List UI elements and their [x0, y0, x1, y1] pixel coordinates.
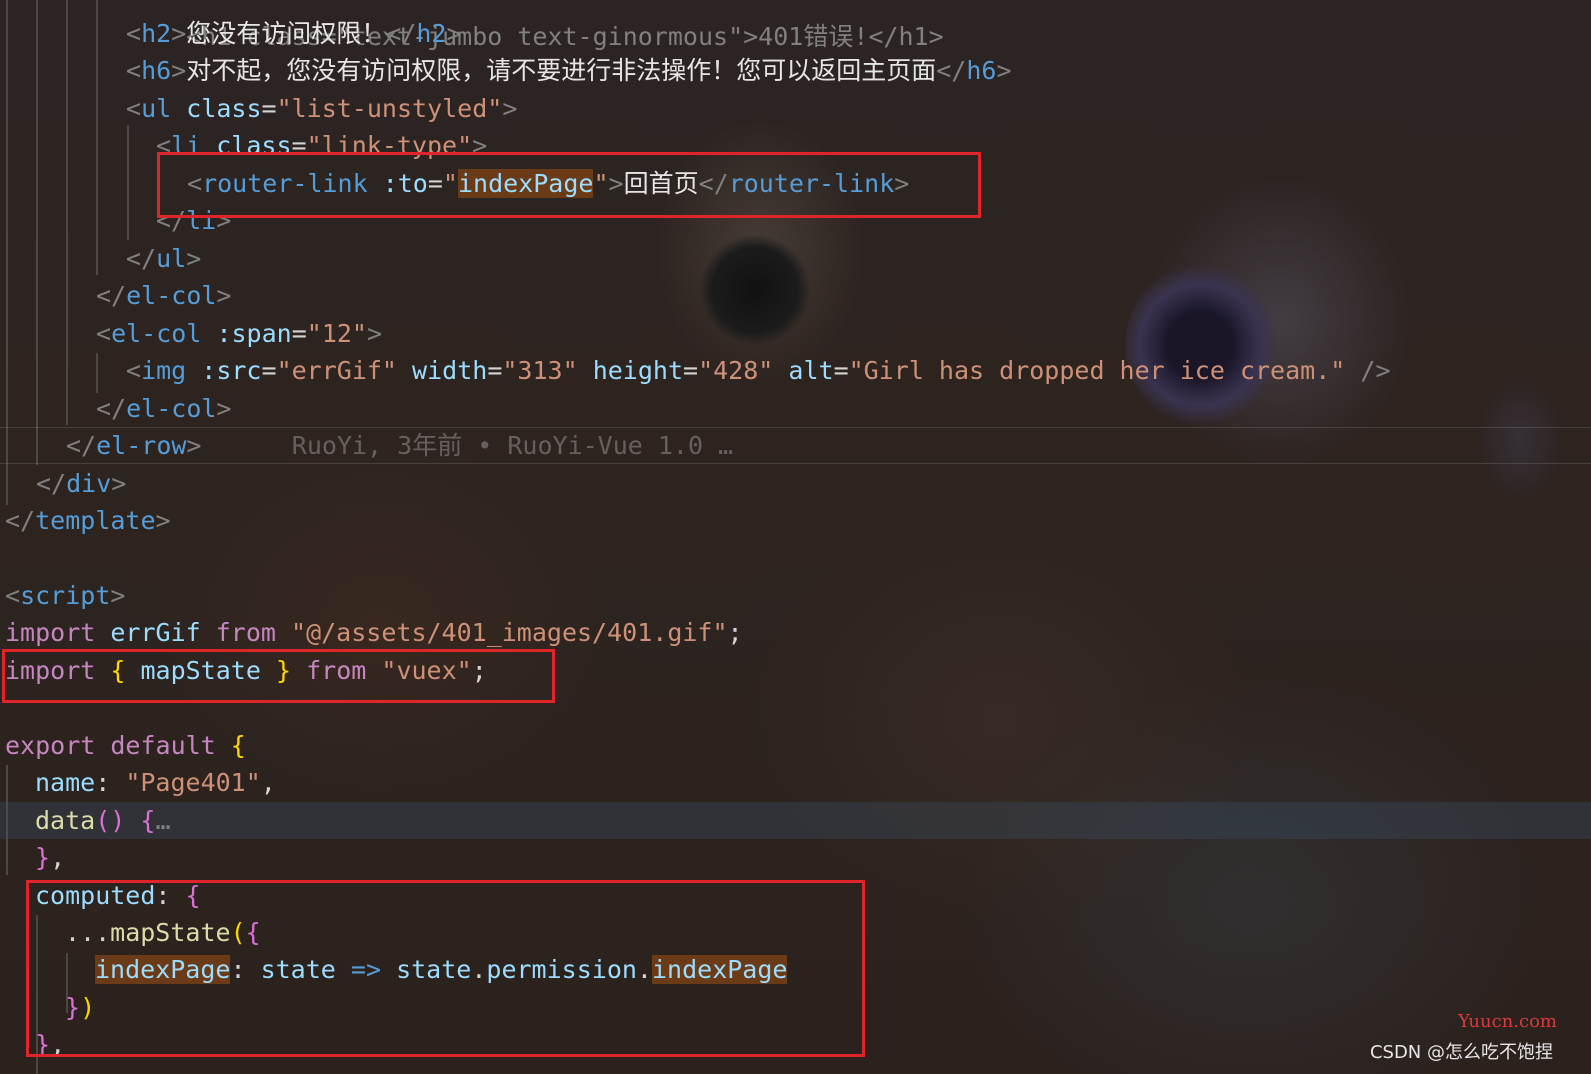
- code-line-18[interactable]: import errGif from "@/assets/401_images/…: [0, 614, 1591, 651]
- tag-bracket: <: [126, 94, 142, 123]
- tag-name: div: [66, 469, 112, 498]
- text-content: 您没有访问权限！: [186, 19, 387, 48]
- tag-bracket: <: [126, 19, 142, 48]
- keyword: import: [5, 618, 96, 647]
- tag-bracket: <: [5, 581, 21, 610]
- property-key: name: [35, 768, 96, 797]
- code-line-13[interactable]: </el-row> RuoYi, 3年前 • RuoYi-Vue 1.0 …: [0, 427, 1591, 464]
- tag-name: script: [20, 581, 111, 610]
- attr-name: width: [412, 356, 488, 385]
- tag-bracket: >: [996, 56, 1012, 85]
- attr-value: "list-unstyled": [276, 94, 503, 123]
- attr-value: "428": [698, 356, 774, 385]
- annotation-box-import-mapstate: [2, 649, 555, 703]
- attr-value: "12": [306, 319, 367, 348]
- code-line-12[interactable]: </el-col>: [0, 390, 1591, 427]
- tag-name: h2: [416, 19, 447, 48]
- code-line-11[interactable]: <img :src="errGif" width="313" height="4…: [0, 352, 1591, 389]
- tag-bracket: >: [216, 394, 232, 423]
- function-name: data: [35, 806, 96, 835]
- tag-bracket: >: [111, 469, 127, 498]
- tag-name: el-col: [126, 394, 217, 423]
- attr-name: height: [592, 356, 684, 385]
- author-watermark: CSDN @怎么吃不饱捏: [1369, 1042, 1553, 1063]
- attr-name: :span: [216, 319, 292, 348]
- tag-name: ul: [156, 244, 187, 273]
- tag-name: h6: [966, 56, 997, 85]
- tag-name: ul: [141, 94, 172, 123]
- tag-bracket: >: [110, 581, 126, 610]
- keyword: export: [5, 731, 96, 760]
- string-literal: "Page401": [125, 768, 261, 797]
- tag-bracket: </: [5, 506, 36, 535]
- tag-name: el-col: [126, 281, 217, 310]
- keyword: from: [215, 618, 276, 647]
- annotation-box-router-link: [157, 152, 981, 218]
- attr-value: "Girl has dropped her ice cream.": [848, 356, 1346, 385]
- text-content: 对不起，您没有访问权限，请不要进行非法操作！您可以返回主页面: [186, 56, 937, 85]
- code-line-22[interactable]: name: "Page401",: [0, 764, 1591, 801]
- tag-name: template: [35, 506, 156, 535]
- tag-name: h2: [141, 19, 172, 48]
- tag-bracket: >: [155, 506, 171, 535]
- code-line-9[interactable]: </el-col>: [0, 277, 1591, 314]
- site-watermark: Yuucn.com: [1458, 1011, 1557, 1032]
- tag-bracket: >: [171, 56, 187, 85]
- identifier: errGif: [110, 618, 201, 647]
- tag-bracket: <: [126, 56, 142, 85]
- attr-value: "313": [502, 356, 578, 385]
- tag-bracket: >: [446, 19, 462, 48]
- code-line-8[interactable]: </ul>: [0, 240, 1591, 277]
- code-line-21[interactable]: export default {: [0, 727, 1591, 764]
- tag-bracket: >: [216, 281, 232, 310]
- code-line-23[interactable]: data() {…: [0, 802, 1591, 839]
- tag-bracket: >: [171, 19, 187, 48]
- tag-bracket: </: [126, 244, 157, 273]
- annotation-box-computed: [26, 880, 865, 1057]
- tag-bracket: </: [66, 431, 97, 460]
- fold-ellipsis-icon[interactable]: …: [155, 806, 170, 835]
- tag-bracket: >: [502, 94, 518, 123]
- tag-bracket: <: [96, 319, 112, 348]
- code-line-15[interactable]: </template>: [0, 502, 1591, 539]
- code-line-10[interactable]: <el-col :span="12">: [0, 315, 1591, 352]
- keyword: default: [110, 731, 216, 760]
- tag-name: img: [141, 356, 187, 385]
- code-line-2[interactable]: <h2>您没有访问权限！</h2>: [0, 15, 1591, 52]
- code-line-4[interactable]: <ul class="list-unstyled">: [0, 90, 1591, 127]
- attr-value: "errGif": [276, 356, 397, 385]
- attr-name: alt: [788, 356, 834, 385]
- tag-bracket: </: [96, 394, 127, 423]
- code-line-17[interactable]: <script>: [0, 577, 1591, 614]
- code-line-24[interactable]: },: [0, 839, 1591, 876]
- attr-name: class: [186, 94, 262, 123]
- tag-name: el-col: [111, 319, 202, 348]
- tag-bracket: </: [386, 19, 417, 48]
- tag-bracket: />: [1360, 356, 1391, 385]
- tag-bracket: </: [96, 281, 127, 310]
- code-line-14[interactable]: </div>: [0, 465, 1591, 502]
- tag-bracket: >: [186, 244, 202, 273]
- tag-bracket: </: [936, 56, 967, 85]
- tag-bracket: >: [366, 319, 383, 348]
- git-blame-annotation[interactable]: RuoYi, 3年前 • RuoYi-Vue 1.0 …: [292, 431, 733, 460]
- tag-name: el-row: [96, 431, 187, 460]
- tag-bracket: <: [126, 356, 142, 385]
- attr-name: :src: [201, 356, 262, 385]
- tag-bracket: </: [36, 469, 67, 498]
- tag-bracket: >: [186, 431, 202, 460]
- code-editor[interactable]: <h1 class="text-jumbo text-ginormous">40…: [0, 0, 1591, 1074]
- tag-name: h6: [141, 56, 172, 85]
- string-literal: "@/assets/401_images/401.gif": [291, 618, 728, 647]
- code-line-3[interactable]: <h6>对不起，您没有访问权限，请不要进行非法操作！您可以返回主页面</h6>: [0, 52, 1591, 89]
